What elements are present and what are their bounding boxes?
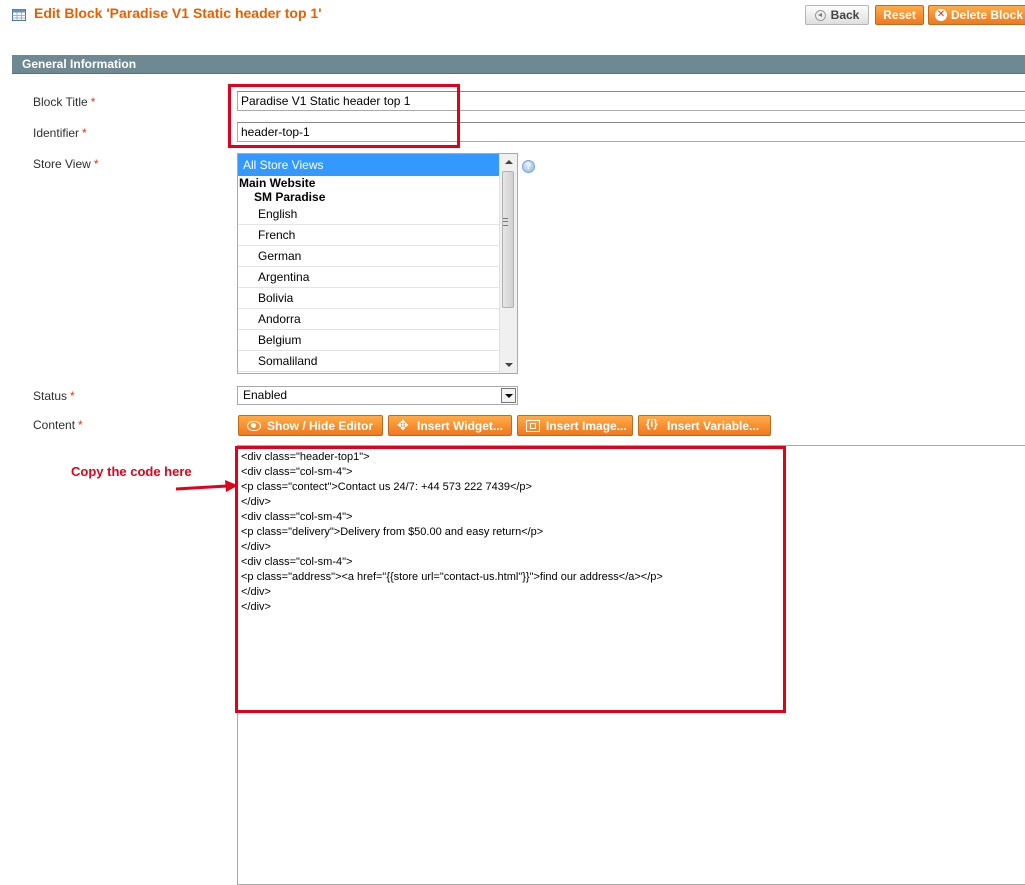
annotation-arrow-icon: [175, 480, 238, 492]
back-arrow-icon: [814, 9, 826, 21]
scroll-down-icon[interactable]: [505, 363, 513, 367]
annotation-highlight-code: [235, 446, 786, 713]
identifier-label: Identifier *: [33, 126, 87, 140]
store-view-option[interactable]: English: [238, 204, 501, 225]
reset-button[interactable]: Reset: [875, 5, 924, 25]
help-icon[interactable]: ?: [522, 160, 535, 173]
delete-block-button[interactable]: ✕ Delete Block: [928, 5, 1025, 25]
annotation-text: Copy the code here: [71, 464, 192, 479]
store-view-option[interactable]: Andorra: [238, 309, 501, 330]
content-label: Content *: [33, 418, 83, 432]
delete-icon: ✕: [935, 9, 947, 21]
scroll-up-icon[interactable]: [505, 160, 513, 164]
insert-widget-button[interactable]: Insert Widget...: [388, 415, 512, 436]
chevron-down-icon[interactable]: [501, 388, 516, 403]
scroll-thumb[interactable]: [502, 171, 514, 308]
store-view-option[interactable]: Argentina: [238, 267, 501, 288]
block-title-label: Block Title *: [33, 95, 95, 109]
store-view-option[interactable]: Somaliland: [238, 351, 501, 372]
status-select[interactable]: Enabled: [237, 386, 518, 405]
required-marker: *: [93, 157, 99, 171]
eye-icon: [247, 420, 261, 431]
store-view-label: Store View *: [33, 157, 98, 171]
content-label-text: Content: [33, 418, 76, 432]
required-marker: *: [90, 95, 96, 109]
insert-image-label: Insert Image...: [546, 418, 627, 433]
section-header[interactable]: General Information: [12, 55, 1025, 74]
store-view-option-all[interactable]: All Store Views: [238, 154, 501, 176]
store-view-option[interactable]: Belgium: [238, 330, 501, 351]
status-select-value: Enabled: [243, 388, 288, 402]
status-label-text: Status: [33, 389, 68, 403]
insert-variable-button[interactable]: Insert Variable...: [638, 415, 771, 436]
store-view-label-text: Store View: [33, 157, 91, 171]
image-icon: [526, 419, 540, 432]
delete-button-label: Delete Block: [951, 8, 1024, 22]
annotation-highlight-title: [228, 84, 460, 148]
back-button[interactable]: Back: [805, 5, 869, 25]
store-view-option[interactable]: French: [238, 225, 501, 246]
page-icon: [12, 9, 26, 21]
scroll-grip-icon: [503, 218, 508, 226]
show-hide-editor-label: Show / Hide Editor: [267, 418, 374, 433]
insert-image-button[interactable]: Insert Image...: [517, 415, 633, 436]
store-view-group-store: SM Paradise: [254, 190, 326, 204]
store-view-multiselect[interactable]: All Store Views Main Website SM Paradise…: [237, 153, 518, 374]
required-marker: *: [82, 126, 87, 140]
variable-icon: [646, 418, 661, 432]
show-hide-editor-button[interactable]: Show / Hide Editor: [238, 415, 383, 436]
block-title-label-text: Block Title: [33, 95, 88, 109]
identifier-label-text: Identifier: [33, 126, 80, 140]
required-marker: *: [78, 418, 83, 432]
store-view-option[interactable]: Bolivia: [238, 288, 501, 309]
back-button-label: Back: [830, 8, 860, 22]
status-label: Status *: [33, 389, 75, 403]
store-view-group-website: Main Website: [239, 176, 316, 190]
required-marker: *: [70, 389, 75, 403]
store-view-option[interactable]: German: [238, 246, 501, 267]
insert-widget-label: Insert Widget...: [417, 418, 503, 433]
insert-variable-label: Insert Variable...: [667, 418, 760, 433]
widget-icon: [397, 417, 411, 434]
store-view-scrollbar[interactable]: [499, 154, 517, 373]
page-title: Edit Block 'Paradise V1 Static header to…: [34, 5, 322, 21]
